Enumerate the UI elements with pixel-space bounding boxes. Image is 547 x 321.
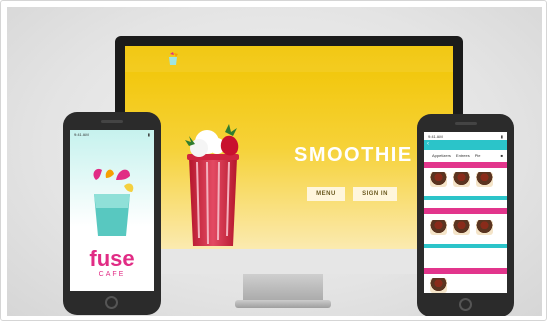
- brand-subtitle: CAFE: [98, 271, 126, 278]
- app-header: ‹: [424, 140, 507, 150]
- status-time: 9:41 AM: [74, 131, 89, 137]
- desktop-monitor: SMOOTHIE MENU SIGN IN: [115, 36, 463, 274]
- hero-title: SMOOTHIE: [294, 144, 413, 166]
- tab-pie[interactable]: Pie: [475, 153, 481, 158]
- cart-icon[interactable]: ■: [501, 153, 503, 158]
- phone-left-screen: 9:41 AM ▮ fuse CAFE: [70, 130, 154, 291]
- brand-name: fuse: [89, 246, 135, 271]
- battery-icon: ▮: [500, 133, 503, 139]
- menu-item-image[interactable]: [453, 172, 470, 187]
- menu-item-row: [430, 220, 493, 235]
- section-header: [424, 268, 507, 274]
- website-nav-bar: [125, 46, 453, 72]
- phone-speaker: [101, 120, 123, 123]
- menu-button[interactable]: MENU: [307, 187, 345, 201]
- home-button[interactable]: [105, 296, 118, 309]
- image-frame: SMOOTHIE MENU SIGN IN 9:41 AM ▮ fuse CAF…: [0, 0, 547, 321]
- desktop-screen: SMOOTHIE MENU SIGN IN: [125, 46, 453, 249]
- fuse-splash-logo-icon: [93, 168, 134, 236]
- menu-item-image[interactable]: [476, 220, 493, 235]
- category-tabs: Appetizers Entrees Pie ■: [424, 150, 507, 160]
- status-bar: 9:41 AM ▮: [424, 132, 507, 140]
- phone-right: 9:41 AM ▮ ‹ Appetizers Entrees Pie ■: [417, 114, 514, 316]
- back-icon[interactable]: ‹: [427, 141, 429, 147]
- smoothie-glass-image: [185, 124, 239, 246]
- section-header: [424, 208, 507, 214]
- monitor-chin: [115, 249, 463, 274]
- phone-left: 9:41 AM ▮ fuse CAFE: [63, 112, 161, 315]
- section-header: [424, 162, 507, 168]
- tab-entrees[interactable]: Entrees: [456, 153, 470, 158]
- menu-item-row: [430, 172, 493, 187]
- tab-appetizers[interactable]: Appetizers: [432, 153, 451, 158]
- fuse-logo-icon[interactable]: [167, 52, 179, 66]
- phone-speaker: [455, 122, 477, 125]
- home-button[interactable]: [458, 298, 472, 311]
- menu-item-image[interactable]: [476, 172, 493, 187]
- menu-item-image[interactable]: [430, 172, 447, 187]
- mockup-scene: SMOOTHIE MENU SIGN IN 9:41 AM ▮ fuse CAF…: [7, 7, 542, 316]
- status-time: 9:41 AM: [428, 133, 443, 139]
- menu-item-image[interactable]: [430, 278, 447, 293]
- menu-item-image[interactable]: [453, 220, 470, 235]
- monitor-stand-base: [235, 300, 331, 308]
- divider: [424, 244, 507, 248]
- divider: [424, 196, 507, 200]
- monitor-stand-neck: [243, 274, 323, 302]
- menu-item-image[interactable]: [430, 220, 447, 235]
- menu-item-row: [430, 278, 447, 293]
- phone-right-screen: 9:41 AM ▮ ‹ Appetizers Entrees Pie ■: [424, 132, 507, 293]
- battery-icon: ▮: [147, 131, 150, 137]
- status-bar: 9:41 AM ▮: [70, 130, 154, 138]
- sign-in-button[interactable]: SIGN IN: [353, 187, 397, 201]
